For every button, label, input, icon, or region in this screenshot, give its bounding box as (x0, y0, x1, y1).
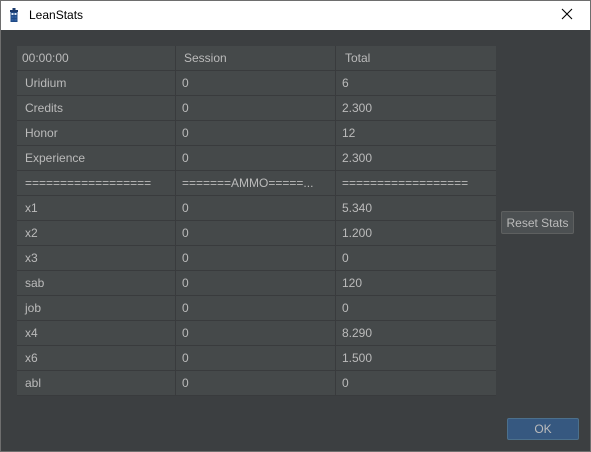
total-value-cell: ================== (342, 176, 469, 190)
tardis-icon (9, 8, 19, 22)
stats-table: 00:00:00 Session Total Uridium 0 6 Credits 0… (17, 46, 496, 396)
table-header-row: 00:00:00 Session Total (17, 46, 496, 71)
total-value-cell: 5.340 (342, 201, 373, 215)
total-value-cell: 2.300 (342, 101, 373, 115)
total-value-cell: 1.500 (342, 351, 373, 365)
session-value-cell: 0 (176, 346, 336, 371)
total-value-cell: 0 (342, 376, 349, 390)
table-row[interactable]: Uridium 0 6 (17, 71, 496, 96)
stat-name-cell: ================== (17, 171, 176, 196)
session-value-cell: 0 (176, 371, 336, 396)
stat-name-cell: x2 (17, 221, 176, 246)
table-row[interactable]: Honor 0 12 (17, 121, 496, 146)
reset-stats-button[interactable]: Reset Stats (501, 211, 574, 234)
column-header-session[interactable]: Session (176, 46, 336, 71)
table-row[interactable]: x1 0 5.340 (17, 196, 496, 221)
stat-name-cell: Experience (17, 146, 176, 171)
ok-button[interactable]: OK (507, 418, 579, 440)
session-value-cell: 0 (176, 146, 336, 171)
table-row[interactable]: job 0 0 (17, 296, 496, 321)
stat-name-cell: x4 (17, 321, 176, 346)
table-row[interactable]: Experience 0 2.300 (17, 146, 496, 171)
session-value-cell: 0 (176, 196, 336, 221)
leanstats-dialog: LeanStats 00:00:00 Session Total Uridium… (0, 0, 591, 452)
session-value-cell: 0 (176, 296, 336, 321)
session-value-cell: 0 (176, 71, 336, 96)
stat-name-cell: Uridium (17, 71, 176, 96)
total-value-cell: 6 (342, 76, 349, 90)
dialog-content: 00:00:00 Session Total Uridium 0 6 Credits 0… (1, 30, 590, 451)
table-row[interactable]: sab 0 120 (17, 271, 496, 296)
stat-name-cell: abl (17, 371, 176, 396)
session-value-cell: =======AMMO=====... (176, 171, 336, 196)
session-value-cell: 0 (176, 121, 336, 146)
stat-name-cell: x6 (17, 346, 176, 371)
total-value-cell: 2.300 (342, 151, 373, 165)
table-row[interactable]: x6 0 1.500 (17, 346, 496, 371)
stat-name-cell: Honor (17, 121, 176, 146)
total-value-cell: 0 (342, 301, 349, 315)
session-value-cell: 0 (176, 96, 336, 121)
column-header-total[interactable]: Total (336, 46, 496, 71)
total-value-cell: 8.290 (342, 326, 373, 340)
session-value-cell: 0 (176, 221, 336, 246)
stat-name-cell: x3 (17, 246, 176, 271)
session-value-cell: 0 (176, 246, 336, 271)
stat-name-cell: job (17, 296, 176, 321)
table-row[interactable]: x3 0 0 (17, 246, 496, 271)
total-value-cell: 0 (342, 251, 349, 265)
table-row[interactable]: x4 0 8.290 (17, 321, 496, 346)
table-row[interactable]: x2 0 1.200 (17, 221, 496, 246)
window-title: LeanStats (29, 8, 84, 22)
column-header-time[interactable]: 00:00:00 (17, 46, 176, 71)
stat-name-cell: Credits (17, 96, 176, 121)
close-button[interactable] (544, 1, 590, 30)
table-row[interactable]: abl 0 0 (17, 371, 496, 396)
table-row[interactable]: ================== =======AMMO=====... ===… (17, 171, 496, 196)
total-value-cell: 120 (342, 276, 363, 290)
stat-name-cell: sab (17, 271, 176, 296)
title-bar: LeanStats (1, 1, 590, 30)
total-value-cell: 1.200 (342, 226, 373, 240)
total-value-cell: 12 (342, 126, 356, 140)
session-value-cell: 0 (176, 271, 336, 296)
stat-name-cell: x1 (17, 196, 176, 221)
table-row[interactable]: Credits 0 2.300 (17, 96, 496, 121)
session-value-cell: 0 (176, 321, 336, 346)
close-icon (561, 8, 573, 23)
